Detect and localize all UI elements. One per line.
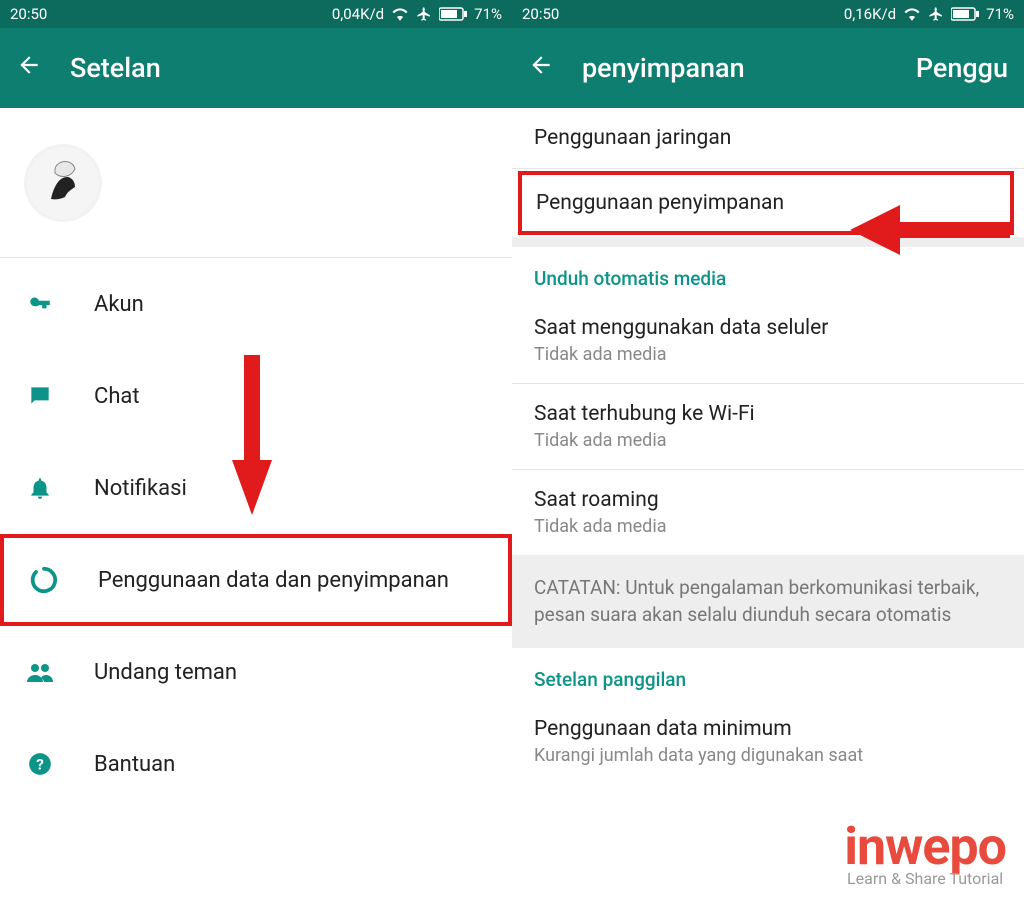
status-time: 20:50 (522, 5, 559, 23)
settings-label: Notifikasi (94, 476, 187, 501)
settings-label: Penggunaan data dan penyimpanan (98, 568, 449, 593)
settings-list: Akun Chat Notifikasi Penggunaan data dan… (0, 258, 512, 810)
chat-icon (24, 380, 56, 412)
bell-icon (24, 472, 56, 504)
status-battery: 71% (474, 5, 502, 23)
people-icon (24, 656, 56, 688)
list-item-network-usage[interactable]: Penggunaan jaringan (512, 108, 1024, 169)
item-label: Saat menggunakan data seluler (534, 316, 1002, 340)
settings-item-account[interactable]: Akun (0, 258, 512, 350)
right-panel: 20:50 0,16K/d 71% penyimpanan Penggu Pen… (512, 0, 1024, 910)
profile-row[interactable] (0, 108, 512, 258)
avatar (24, 144, 102, 222)
settings-label: Undang teman (94, 660, 237, 685)
status-battery: 71% (986, 5, 1014, 23)
settings-label: Akun (94, 292, 144, 317)
statusbar-left: 20:50 0,04K/d 71% (0, 0, 512, 28)
note-section: CATATAN: Untuk pengalaman berkomunikasi … (512, 555, 1024, 648)
item-label: Penggunaan data minimum (534, 717, 1002, 741)
item-sub: Tidak ada media (534, 516, 1002, 537)
back-icon[interactable] (16, 52, 42, 85)
appbar-right: penyimpanan Penggu (512, 28, 1024, 108)
data-usage-icon (28, 564, 60, 596)
annotation-arrow-left (850, 205, 1010, 255)
airplane-icon (416, 6, 432, 22)
annotation-arrow-down (232, 355, 272, 515)
settings-label: Bantuan (94, 752, 175, 777)
section-header-call: Setelan panggilan (512, 648, 1024, 699)
list-item-min-data[interactable]: Penggunaan data minimum Kurangi jumlah d… (512, 699, 1024, 770)
item-sub: Kurangi jumlah data yang digunakan saat (534, 745, 1002, 766)
statusbar-right: 20:50 0,16K/d 71% (512, 0, 1024, 28)
battery-icon (951, 7, 979, 21)
status-time: 20:50 (10, 5, 47, 23)
list-item-wifi[interactable]: Saat terhubung ke Wi-Fi Tidak ada media (512, 384, 1024, 470)
svg-text:?: ? (36, 755, 44, 773)
help-icon: ? (24, 748, 56, 780)
item-label: Penggunaan jaringan (534, 126, 1002, 150)
left-panel: 20:50 0,04K/d 71% Setelan (0, 0, 512, 910)
item-label: Saat terhubung ke Wi-Fi (534, 402, 1002, 426)
back-icon[interactable] (528, 52, 554, 85)
airplane-icon (928, 6, 944, 22)
page-title: penyimpanan (582, 52, 745, 84)
settings-label: Chat (94, 384, 140, 409)
list-item-roaming[interactable]: Saat roaming Tidak ada media (512, 470, 1024, 555)
page-title: Setelan (70, 52, 161, 84)
item-sub: Tidak ada media (534, 344, 1002, 365)
key-icon (24, 288, 56, 320)
appbar-left: Setelan (0, 28, 512, 108)
status-speed: 0,16K/d (844, 5, 896, 23)
settings-item-invite[interactable]: Undang teman (0, 626, 512, 718)
item-label: Saat roaming (534, 488, 1002, 512)
item-sub: Tidak ada media (534, 430, 1002, 451)
battery-icon (439, 7, 467, 21)
wifi-icon (903, 7, 921, 21)
settings-item-help[interactable]: ? Bantuan (0, 718, 512, 810)
settings-item-data-storage[interactable]: Penggunaan data dan penyimpanan (0, 534, 512, 626)
page-title-extra: Penggu (916, 52, 1008, 84)
status-speed: 0,04K/d (332, 5, 384, 23)
wifi-icon (391, 7, 409, 21)
list-item-cellular[interactable]: Saat menggunakan data seluler Tidak ada … (512, 298, 1024, 384)
